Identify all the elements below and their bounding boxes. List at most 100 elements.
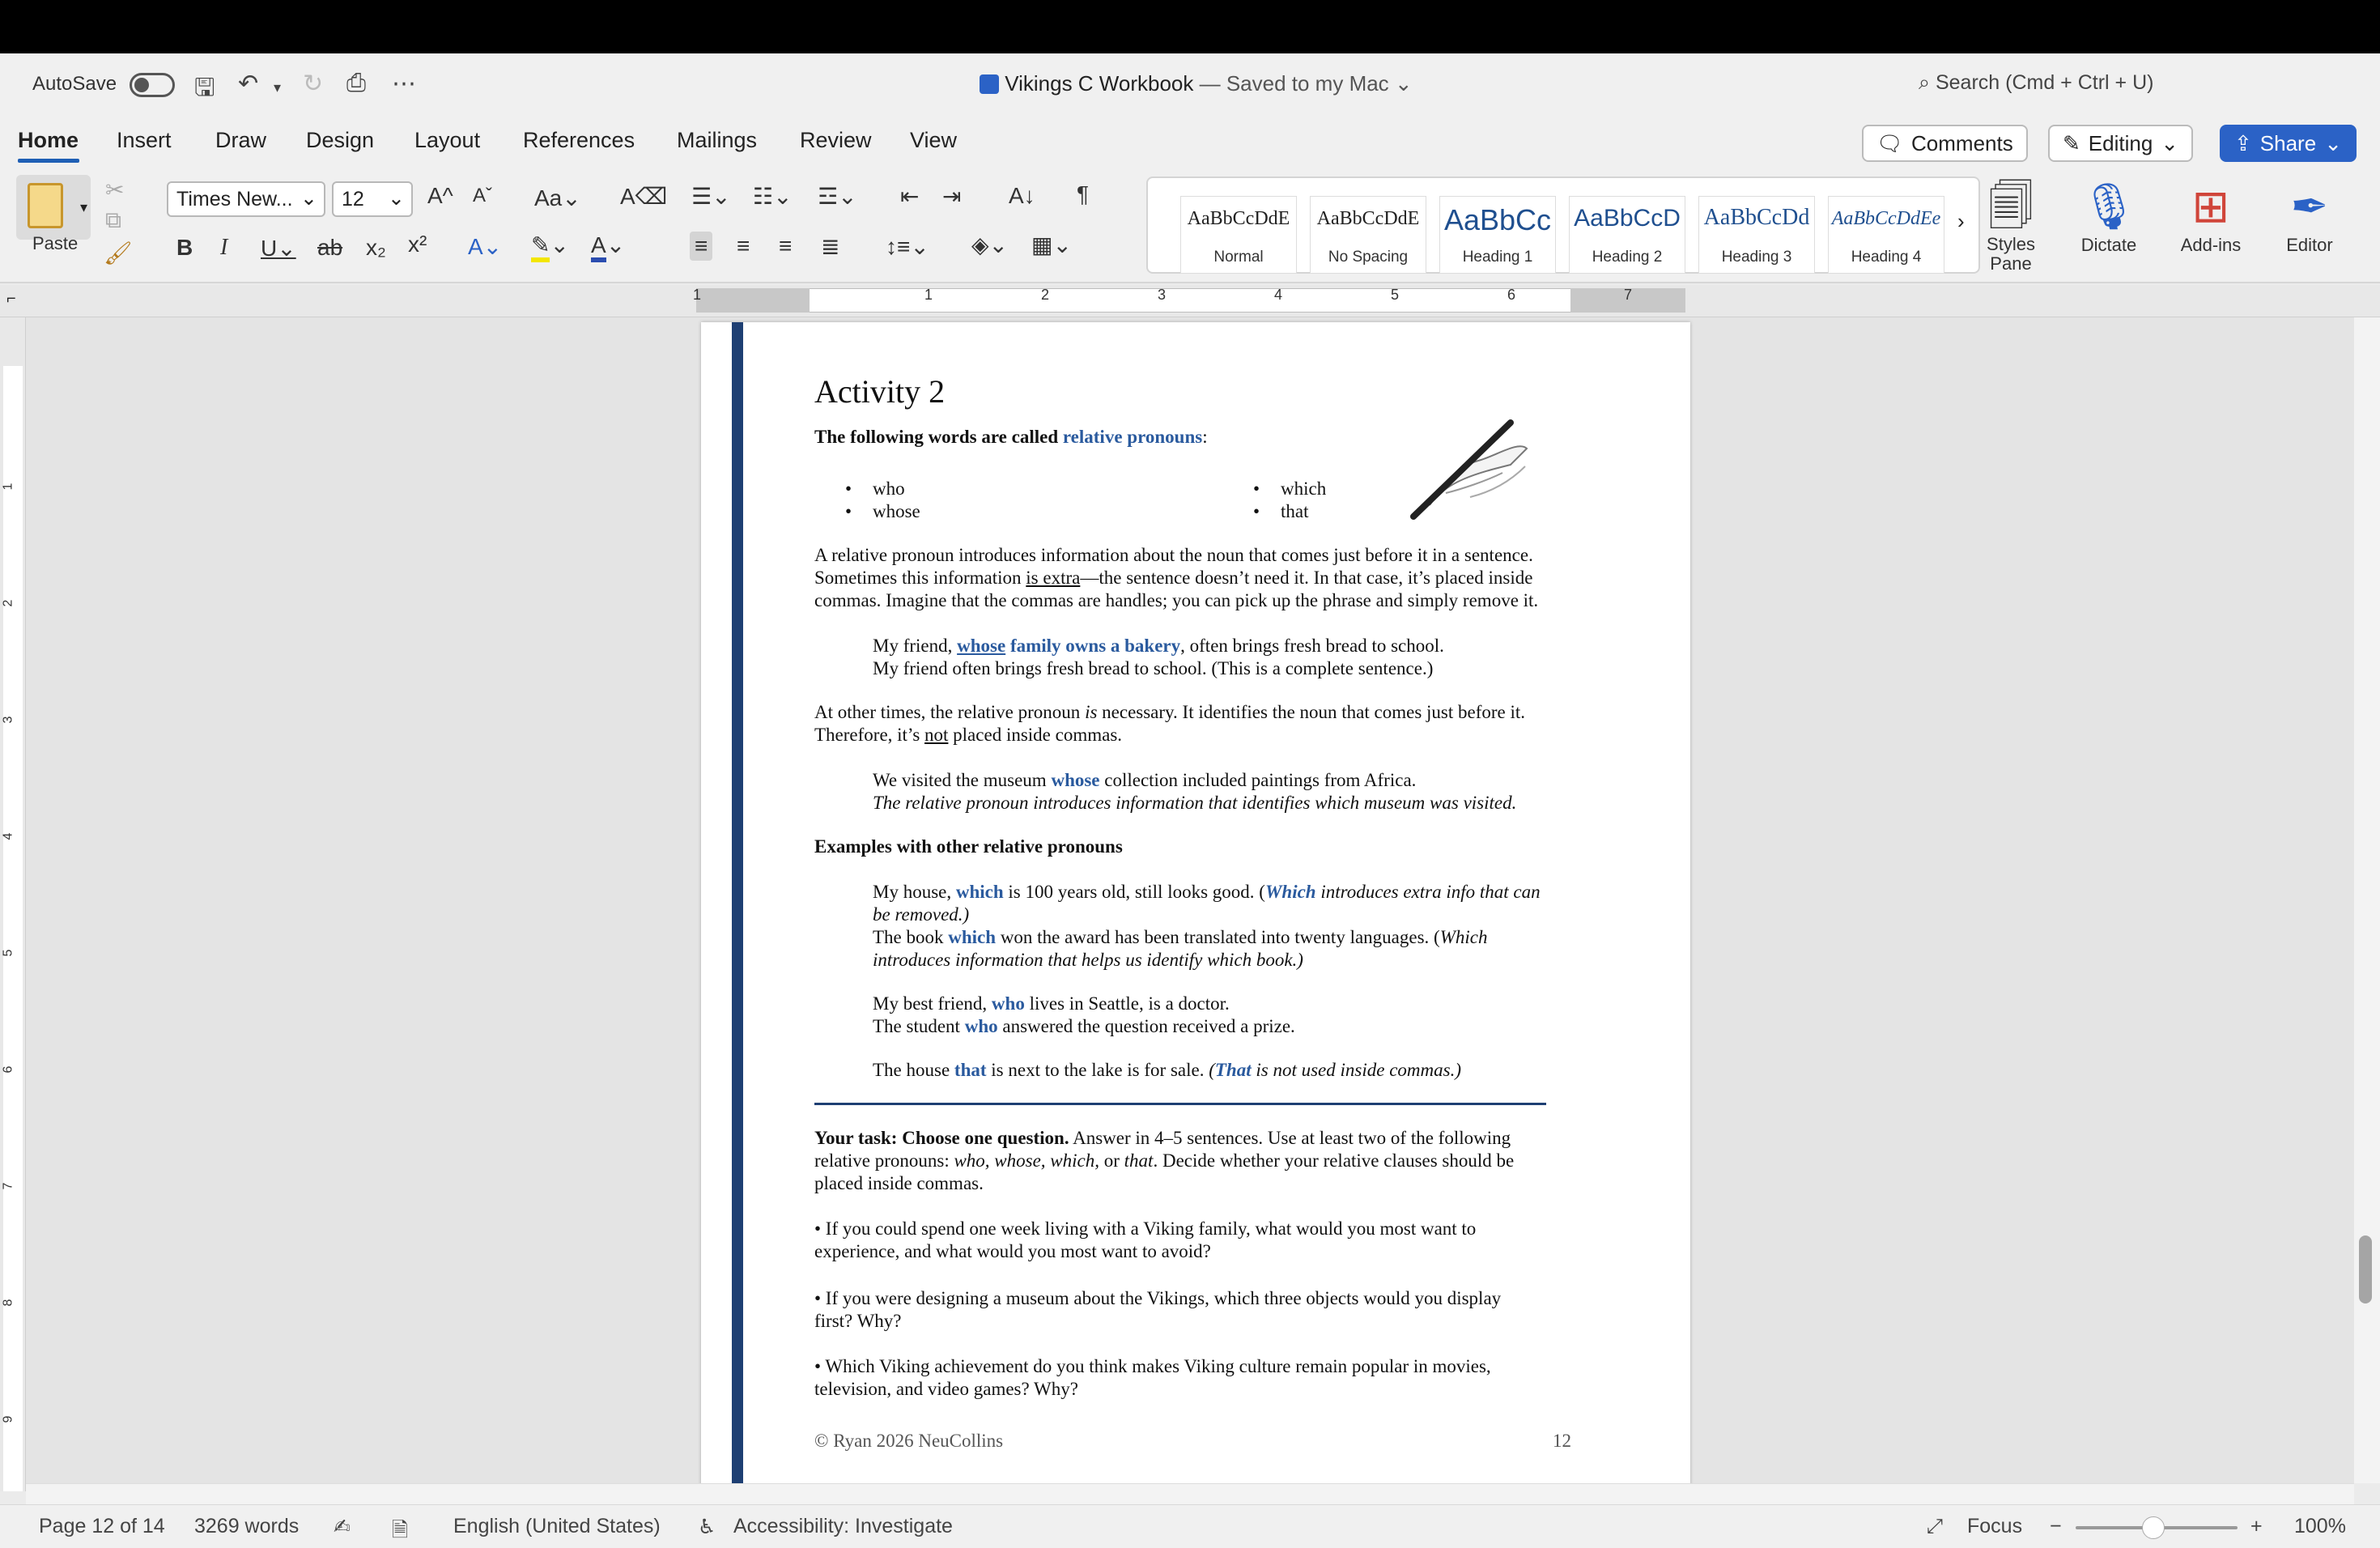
clause-highlight: family owns a bakery [1005,636,1181,656]
text-effects-icon[interactable]: A⌄ [468,233,502,260]
italic-icon[interactable]: I [220,235,227,261]
strikethrough-icon[interactable]: ab [317,235,342,261]
style-heading-4[interactable]: AaBbCcDdEe Heading 4 [1828,196,1944,274]
question-1-line-1: • If you could spend one week living wit… [814,1218,1477,1239]
search-box[interactable]: ⌕ Search (Cmd + Ctrl + U) [1919,71,2153,95]
style-normal[interactable]: AaBbCcDdE Normal [1180,196,1297,274]
ruler-number: 3 [1158,287,1167,303]
copy-icon[interactable]: ⧉ [105,207,121,234]
zoom-in-icon[interactable]: + [2250,1515,2263,1538]
section-divider [814,1103,1546,1105]
dictate-button[interactable]: 🎙 Dictate [2072,178,2145,256]
font-color-icon[interactable]: A⌄ [591,232,625,262]
align-left-icon[interactable]: ≡ [690,232,713,261]
horizontal-ruler[interactable]: ⌐ 1 1 2 3 4 5 6 7 [0,285,2380,317]
zoom-level[interactable]: 100% [2294,1515,2346,1538]
styles-pane-button[interactable]: 🗐 Styles Pane [1978,178,2043,274]
zoom-out-icon[interactable]: − [2050,1515,2062,1538]
justify-icon[interactable]: ≣ [821,233,839,260]
examples-heading: Examples with other relative pronouns [814,836,1123,857]
style-heading-1[interactable]: AaBbCc Heading 1 [1439,196,1556,274]
clear-formatting-icon[interactable]: A⌫ [620,183,667,210]
style-heading-3[interactable]: AaBbCcDd Heading 3 [1698,196,1815,274]
decrease-indent-icon[interactable]: ⇤ [900,183,919,210]
superscript-icon[interactable]: x² [408,232,427,257]
line-spacing-icon[interactable]: ↕≡⌄ [886,233,929,260]
tab-review[interactable]: Review [800,128,872,153]
align-right-icon[interactable]: ≡ [779,233,792,259]
tab-selector-icon[interactable]: ⌐ [6,290,16,308]
text-run: My best friend, [873,993,992,1014]
horizontal-scrollbar[interactable] [26,1483,2354,1504]
shrink-font-icon[interactable]: Aˇ [473,185,492,207]
bold-icon[interactable]: B [176,235,193,261]
show-formatting-icon[interactable]: ¶ [1077,181,1089,207]
tab-layout[interactable]: Layout [414,128,480,153]
chevron-right-icon[interactable]: › [1957,209,1965,234]
scrollbar-thumb[interactable] [2359,1235,2372,1303]
editor-button[interactable]: ✒ Editor [2273,178,2346,256]
italic-run: introduces extra info that can [1315,882,1541,902]
text-run: Therefore, it’s [814,725,925,745]
tab-draw[interactable]: Draw [215,128,266,153]
underline-icon[interactable]: U⌄ [261,235,296,262]
cut-icon[interactable]: ✂ [105,176,124,203]
document-page[interactable]: Activity 2 The following words are calle… [701,322,1690,1483]
tab-insert[interactable]: Insert [117,128,172,153]
document-title[interactable]: Vikings C Workbook — Saved to my Mac ⌄ [980,71,1413,96]
pronoun-who: who [845,478,904,500]
paste-button[interactable]: ▾ [16,175,91,240]
text-run: placed inside commas. [948,725,1123,745]
tab-home[interactable]: Home [18,128,79,153]
activity-title: Activity 2 [814,373,946,410]
ruler-number: 7 [1624,287,1633,303]
editing-button[interactable]: ✎ Editing ⌄ [2048,125,2194,162]
zoom-slider-knob[interactable] [2142,1516,2165,1539]
proofing-icon[interactable]: ✍ [334,1515,351,1539]
style-no-spacing[interactable]: AaBbCcDdE No Spacing [1310,196,1426,274]
word-count[interactable]: 3269 words [194,1515,299,1538]
redo-icon[interactable]: ↻ [303,70,323,98]
more-options-icon[interactable]: ⋯ [392,70,416,98]
page-footer-copyright: © Ryan 2026 NeuCollins [814,1431,1004,1451]
format-painter-icon[interactable]: 🖌 [104,240,133,266]
print-icon[interactable]: ⎙ [346,70,366,97]
style-heading-2[interactable]: AaBbCcD Heading 2 [1569,196,1685,274]
tab-design[interactable]: Design [306,128,374,153]
highlight-icon[interactable]: ✎⌄ [531,232,569,262]
grow-font-icon[interactable]: A^ [427,183,453,209]
accessibility-status[interactable]: Accessibility: Investigate [733,1515,953,1538]
share-button[interactable]: ⇪ Share ⌄ [2220,125,2357,162]
document-check-icon[interactable]: 🗎 [392,1515,408,1548]
save-icon[interactable]: 🖫 [194,70,215,111]
numbering-icon[interactable]: ☷⌄ [753,183,793,210]
vruler-white-area [3,366,23,1491]
align-center-icon[interactable]: ≡ [737,233,750,259]
tab-view[interactable]: View [910,128,957,153]
multilevel-list-icon[interactable]: ☲⌄ [818,183,857,210]
example-4-line-1: The book which won the award has been tr… [873,926,1487,949]
autosave-toggle[interactable] [130,73,175,97]
font-size-select[interactable]: 12 ⌄ [332,181,413,217]
font-name-select[interactable]: Times New... ⌄ [167,181,325,217]
tab-mailings[interactable]: Mailings [677,128,757,153]
change-case-icon[interactable]: Aa⌄ [534,185,581,211]
comments-button[interactable]: 🗨 Comments [1862,125,2028,162]
vertical-scrollbar[interactable] [2354,317,2380,1483]
bullets-icon[interactable]: ☰⌄ [691,183,731,210]
vertical-ruler[interactable]: 1 2 3 4 5 6 7 8 9 [0,317,26,1491]
increase-indent-icon[interactable]: ⇥ [942,183,961,210]
search-icon: ⌕ [1919,71,1931,94]
shading-icon[interactable]: ◈⌄ [971,232,1008,258]
focus-button[interactable]: Focus [1967,1515,2022,1538]
add-ins-button[interactable]: ⊞ Add-ins [2174,178,2247,256]
undo-icon[interactable]: ↶ [238,70,258,98]
language-status[interactable]: English (United States) [453,1515,661,1538]
ruler-number: 9 [1,1415,15,1423]
undo-dropdown-icon[interactable]: ▾ [274,79,281,96]
subscript-icon[interactable]: x₂ [366,235,386,261]
page-count[interactable]: Page 12 of 14 [39,1515,165,1538]
borders-icon[interactable]: ▦⌄ [1031,232,1072,258]
tab-references[interactable]: References [523,128,635,153]
sort-icon[interactable]: A↓ [1009,183,1035,209]
